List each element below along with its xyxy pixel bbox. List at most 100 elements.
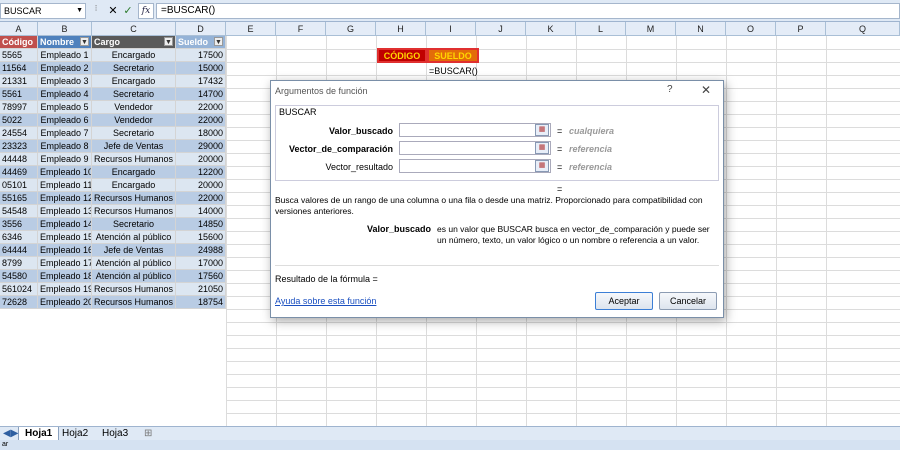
table-cell[interactable]: Empleado 12 — [38, 192, 92, 205]
table-cell[interactable]: 15600 — [176, 231, 226, 244]
table-cell[interactable]: 561024 — [0, 283, 38, 296]
column-header[interactable]: I — [426, 22, 476, 36]
table-cell[interactable]: Empleado 16 — [38, 244, 92, 257]
column-header[interactable]: B — [38, 22, 92, 36]
table-cell[interactable]: 24988 — [176, 244, 226, 257]
name-box[interactable]: BUSCAR ▼ — [0, 3, 86, 19]
table-cell[interactable]: 14700 — [176, 88, 226, 101]
lookup-codigo-header[interactable]: CÓDIGO — [377, 48, 427, 63]
filter-dropdown-icon[interactable]: ▼ — [164, 37, 173, 46]
vector-resultado-input[interactable] — [399, 159, 551, 173]
table-cell[interactable]: 5565 — [0, 49, 38, 62]
table-cell[interactable]: 21331 — [0, 75, 38, 88]
header-codigo[interactable]: Código▼ — [0, 36, 38, 49]
valor-buscado-input[interactable] — [399, 123, 551, 137]
collapse-dialog-icon[interactable]: ▦ — [535, 160, 549, 172]
table-cell[interactable]: Empleado 14 — [38, 218, 92, 231]
table-cell[interactable]: 78997 — [0, 101, 38, 114]
column-header[interactable]: Q — [826, 22, 900, 36]
table-cell[interactable]: Recursos Humanos — [92, 283, 176, 296]
table-cell[interactable]: 5561 — [0, 88, 38, 101]
tab-hoja2[interactable]: Hoja2 — [56, 427, 94, 441]
column-header[interactable]: C — [92, 22, 176, 36]
table-cell[interactable]: Atención al público — [92, 231, 176, 244]
table-cell[interactable]: 21050 — [176, 283, 226, 296]
function-help-link[interactable]: Ayuda sobre esta función — [275, 296, 376, 306]
table-cell[interactable]: 14850 — [176, 218, 226, 231]
table-cell[interactable]: Empleado 11 — [38, 179, 92, 192]
column-header[interactable]: O — [726, 22, 776, 36]
table-cell[interactable]: Secretario — [92, 127, 176, 140]
column-header[interactable]: M — [626, 22, 676, 36]
table-cell[interactable]: 22000 — [176, 101, 226, 114]
table-cell[interactable]: 24554 — [0, 127, 38, 140]
column-header[interactable]: J — [476, 22, 526, 36]
table-cell[interactable]: 05101 — [0, 179, 38, 192]
cancel-entry-icon[interactable]: ✕ — [106, 3, 120, 19]
table-cell[interactable]: Empleado 17 — [38, 257, 92, 270]
table-cell[interactable]: Empleado 3 — [38, 75, 92, 88]
table-cell[interactable]: Empleado 5 — [38, 101, 92, 114]
header-nombre[interactable]: Nombre ▼ — [38, 36, 92, 49]
table-cell[interactable]: 17432 — [176, 75, 226, 88]
table-cell[interactable]: 12200 — [176, 166, 226, 179]
collapse-dialog-icon[interactable]: ▦ — [535, 142, 549, 154]
table-cell[interactable]: Vendedor — [92, 114, 176, 127]
column-header[interactable]: E — [226, 22, 276, 36]
insert-function-button[interactable]: fx — [138, 3, 154, 19]
table-cell[interactable]: 20000 — [176, 179, 226, 192]
table-cell[interactable]: Secretario — [92, 62, 176, 75]
filter-dropdown-icon[interactable]: ▼ — [80, 37, 89, 46]
table-cell[interactable]: 18000 — [176, 127, 226, 140]
table-cell[interactable]: 17500 — [176, 49, 226, 62]
header-sueldo[interactable]: Sueldo ▼ — [176, 36, 226, 49]
table-cell[interactable]: 44448 — [0, 153, 38, 166]
accept-button[interactable]: Aceptar — [595, 292, 653, 310]
table-cell[interactable]: Jefe de Ventas — [92, 244, 176, 257]
table-cell[interactable]: 29000 — [176, 140, 226, 153]
table-cell[interactable]: Encargado — [92, 75, 176, 88]
table-cell[interactable]: Recursos Humanos — [92, 192, 176, 205]
table-cell[interactable]: Empleado 20 — [38, 296, 92, 309]
table-cell[interactable]: 64444 — [0, 244, 38, 257]
table-cell[interactable]: Atención al público — [92, 257, 176, 270]
table-cell[interactable]: 8799 — [0, 257, 38, 270]
table-cell[interactable]: 23323 — [0, 140, 38, 153]
table-cell[interactable]: 5022 — [0, 114, 38, 127]
table-cell[interactable]: 17000 — [176, 257, 226, 270]
table-cell[interactable]: 22000 — [176, 114, 226, 127]
column-header[interactable]: A — [0, 22, 38, 36]
table-cell[interactable]: Encargado — [92, 49, 176, 62]
help-icon[interactable]: ? — [667, 84, 673, 95]
table-cell[interactable]: Recursos Humanos — [92, 153, 176, 166]
table-cell[interactable]: 11564 — [0, 62, 38, 75]
table-cell[interactable]: 54580 — [0, 270, 38, 283]
lookup-sueldo-header[interactable]: SUELDO — [427, 48, 479, 63]
table-cell[interactable]: Secretario — [92, 218, 176, 231]
table-cell[interactable]: 17560 — [176, 270, 226, 283]
table-cell[interactable]: 20000 — [176, 153, 226, 166]
chevron-down-icon[interactable]: ▼ — [76, 7, 83, 14]
lookup-formula-cell[interactable]: =BUSCAR() — [429, 66, 478, 76]
column-header[interactable]: H — [376, 22, 426, 36]
collapse-dialog-icon[interactable]: ▦ — [535, 124, 549, 136]
table-cell[interactable]: Encargado — [92, 179, 176, 192]
table-cell[interactable]: Empleado 2 — [38, 62, 92, 75]
table-cell[interactable]: Empleado 4 — [38, 88, 92, 101]
table-cell[interactable]: Empleado 6 — [38, 114, 92, 127]
table-cell[interactable]: Empleado 19 — [38, 283, 92, 296]
table-cell[interactable]: Secretario — [92, 88, 176, 101]
close-icon[interactable]: ✕ — [701, 83, 711, 97]
header-cargo[interactable]: Cargo ▼ — [92, 36, 176, 49]
confirm-entry-icon[interactable]: ✓ — [121, 3, 135, 19]
table-cell[interactable]: Empleado 10 — [38, 166, 92, 179]
table-cell[interactable]: 22000 — [176, 192, 226, 205]
table-cell[interactable]: 55165 — [0, 192, 38, 205]
table-cell[interactable]: Empleado 18 — [38, 270, 92, 283]
column-header[interactable]: K — [526, 22, 576, 36]
tab-hoja1[interactable]: Hoja1 — [18, 427, 60, 441]
cancel-button[interactable]: Cancelar — [659, 292, 717, 310]
table-cell[interactable]: 15000 — [176, 62, 226, 75]
table-cell[interactable]: Empleado 1 — [38, 49, 92, 62]
table-cell[interactable]: Empleado 9 — [38, 153, 92, 166]
